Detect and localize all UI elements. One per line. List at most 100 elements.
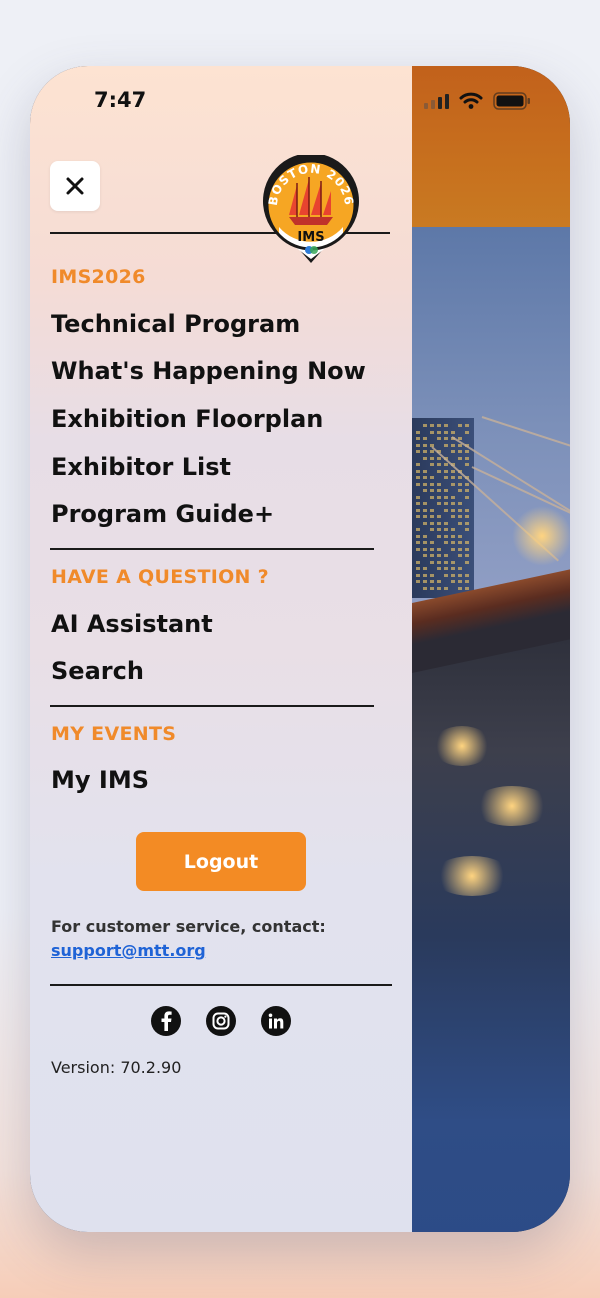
- building-window: [451, 541, 455, 544]
- building-window: [416, 476, 420, 479]
- building-window: [416, 508, 420, 512]
- building-window: [451, 573, 455, 577]
- building-window: [444, 469, 448, 473]
- building-window: [437, 547, 441, 551]
- building-window: [437, 502, 441, 505]
- building-window: [430, 580, 434, 583]
- close-button[interactable]: [50, 161, 100, 211]
- building-window: [430, 547, 434, 551]
- building-window: [465, 554, 469, 557]
- building-window: [465, 547, 469, 551]
- building-window: [416, 528, 420, 531]
- building-window: [430, 489, 434, 492]
- app-version: Version: 70.2.90: [51, 1058, 182, 1077]
- menu-item-my-ims[interactable]: My IMS: [51, 766, 149, 794]
- building-window: [423, 482, 427, 486]
- building-window: [437, 437, 441, 440]
- ims-boston-logo: BOSTON 2026 IMS: [259, 153, 363, 267]
- building-window: [430, 515, 434, 518]
- building-window: [430, 528, 434, 531]
- building-window: [437, 430, 441, 434]
- building-window: [465, 424, 469, 427]
- building-window: [465, 521, 469, 525]
- building-window: [451, 443, 455, 447]
- building-window: [416, 541, 420, 544]
- building-window: [458, 586, 462, 590]
- building-window: [444, 430, 448, 434]
- building-window: [444, 437, 448, 440]
- building-window: [451, 482, 455, 486]
- background-scene: [412, 66, 570, 1232]
- building-window: [465, 541, 469, 544]
- building-window: [437, 515, 441, 518]
- phone-screen: 7:47 BOSTON 2026 IMS IMS2026 Technical P…: [30, 66, 570, 1232]
- building-window: [423, 554, 427, 557]
- building-window: [451, 580, 455, 583]
- building-window: [444, 586, 448, 590]
- building-window: [423, 437, 427, 440]
- building-window: [423, 547, 427, 551]
- building-window: [458, 580, 462, 583]
- building-window: [451, 534, 455, 538]
- building-window: [444, 541, 448, 544]
- divider: [50, 705, 374, 707]
- building-window: [437, 424, 441, 427]
- instagram-icon[interactable]: [206, 1006, 236, 1036]
- building-window: [416, 547, 420, 551]
- building-window: [465, 463, 469, 466]
- linkedin-icon[interactable]: [261, 1006, 291, 1036]
- status-icons: [424, 92, 531, 110]
- building-window: [458, 476, 462, 479]
- menu-item-exhibitor-list[interactable]: Exhibitor List: [51, 453, 231, 481]
- building-window: [465, 508, 469, 512]
- building-window: [416, 482, 420, 486]
- building-window: [444, 476, 448, 479]
- logo-mark-text: IMS: [297, 230, 324, 245]
- building-window: [451, 495, 455, 499]
- building-window: [423, 450, 427, 453]
- building-window: [465, 573, 469, 577]
- building-window: [465, 430, 469, 434]
- building-window: [458, 502, 462, 505]
- building-window: [444, 495, 448, 499]
- building-window: [430, 521, 434, 525]
- menu-item-program-guide[interactable]: Program Guide+: [51, 500, 274, 528]
- status-time: 7:47: [94, 88, 147, 112]
- building-window: [423, 521, 427, 525]
- customer-service-text: For customer service, contact:: [51, 917, 326, 936]
- cellular-signal-icon: [424, 93, 449, 109]
- building-window: [430, 554, 434, 557]
- facebook-icon[interactable]: [151, 1006, 181, 1036]
- building-window: [416, 430, 420, 434]
- building-window: [416, 560, 420, 564]
- building-window: [444, 502, 448, 505]
- building-window: [451, 469, 455, 473]
- menu-item-technical-program[interactable]: Technical Program: [51, 310, 300, 338]
- menu-item-whats-happening-now[interactable]: What's Happening Now: [51, 357, 366, 385]
- building-window: [423, 476, 427, 479]
- menu-item-search[interactable]: Search: [51, 657, 144, 685]
- building-window: [465, 515, 469, 518]
- building-window: [423, 424, 427, 427]
- building-window: [465, 560, 469, 564]
- building-window: [451, 430, 455, 434]
- building-window: [423, 541, 427, 544]
- divider: [50, 548, 374, 550]
- building-window: [437, 521, 441, 525]
- section-heading-have-a-question: HAVE A QUESTION ?: [51, 566, 269, 588]
- building-window: [430, 508, 434, 512]
- support-email-link[interactable]: support@mtt.org: [51, 941, 206, 960]
- building-window: [444, 508, 448, 512]
- building-window: [451, 560, 455, 564]
- menu-item-exhibition-floorplan[interactable]: Exhibition Floorplan: [51, 405, 323, 433]
- menu-item-ai-assistant[interactable]: AI Assistant: [51, 610, 213, 638]
- building-window: [458, 424, 462, 427]
- building-window: [465, 586, 469, 590]
- building-window: [437, 456, 441, 460]
- building-window: [437, 528, 441, 531]
- building-window: [451, 508, 455, 512]
- building-window: [451, 476, 455, 479]
- building-window: [458, 547, 462, 551]
- logout-button[interactable]: Logout: [136, 832, 306, 891]
- building-window: [451, 450, 455, 453]
